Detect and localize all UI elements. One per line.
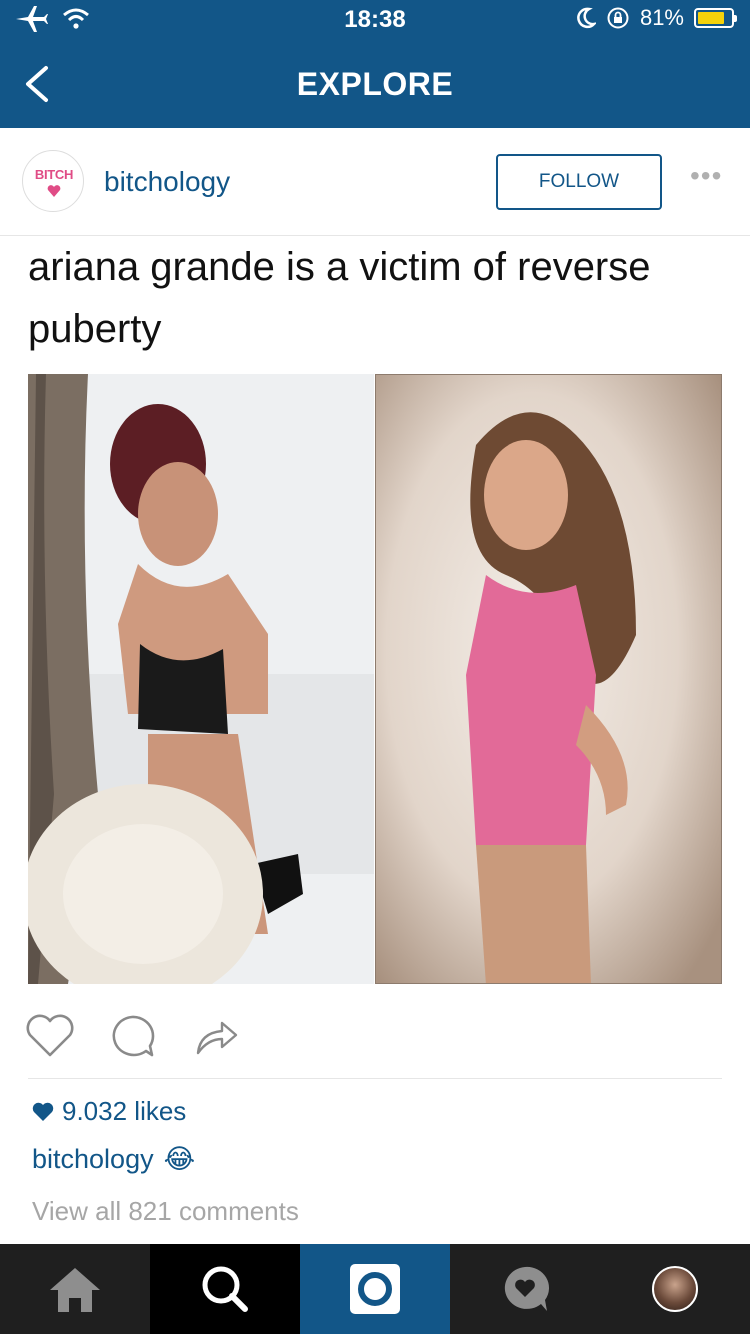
- tab-search[interactable]: [150, 1244, 300, 1334]
- post-username[interactable]: bitchology: [104, 166, 230, 198]
- avatar[interactable]: BITCH: [22, 150, 84, 212]
- view-comments-link[interactable]: View all 821 comments: [32, 1196, 299, 1227]
- profile-avatar: [652, 1266, 698, 1312]
- photo-left: [28, 374, 374, 984]
- post-image[interactable]: ariana grande is a victim of reverse pub…: [0, 236, 750, 1001]
- moon-icon: [577, 7, 596, 29]
- camera-icon: [350, 1264, 400, 1314]
- top-bar: 18:38 81% EXPLORE: [0, 0, 750, 128]
- tab-bar: [0, 1244, 750, 1334]
- battery-percent: 81%: [639, 5, 684, 30]
- actions-divider: [28, 1078, 722, 1079]
- avatar-logo-text: BITCH: [34, 167, 74, 182]
- likes-heart-icon: [32, 1102, 54, 1121]
- owner-username[interactable]: bitchology: [32, 1144, 154, 1175]
- comment-icon[interactable]: [106, 1013, 158, 1059]
- post-actions: [0, 1001, 750, 1078]
- owner-emoji: 😂: [163, 1144, 196, 1174]
- tab-activity[interactable]: [450, 1244, 600, 1334]
- heart-logo-icon: [47, 185, 61, 197]
- post-image-caption: ariana grande is a victim of reverse pub…: [28, 245, 651, 351]
- tab-home[interactable]: [0, 1244, 150, 1334]
- photo-right: [375, 374, 722, 984]
- owner-caption: bitchology 😂: [32, 1144, 195, 1175]
- battery-icon: [694, 8, 737, 28]
- photo-left-illustration: [28, 374, 374, 984]
- page-title: EXPLORE: [296, 66, 454, 102]
- likes-text: 9.032 likes: [62, 1096, 187, 1126]
- likes-count[interactable]: 9.032 likes: [32, 1096, 186, 1127]
- follow-button[interactable]: FOLLOW: [496, 154, 662, 210]
- tab-camera[interactable]: [300, 1244, 450, 1334]
- more-options-button[interactable]: •••: [690, 162, 721, 192]
- home-icon: [50, 1268, 100, 1312]
- status-bar: 18:38 81%: [0, 0, 750, 40]
- rotation-lock-icon: [607, 7, 629, 29]
- tab-profile[interactable]: [600, 1244, 750, 1334]
- heart-icon[interactable]: [24, 1013, 76, 1059]
- search-icon: [202, 1266, 248, 1312]
- activity-icon: [504, 1266, 550, 1311]
- share-icon[interactable]: [190, 1013, 242, 1059]
- photo-right-illustration: [376, 375, 721, 983]
- status-right: 81%: [576, 5, 737, 31]
- post-header: BITCH bitchology FOLLOW •••: [0, 128, 750, 236]
